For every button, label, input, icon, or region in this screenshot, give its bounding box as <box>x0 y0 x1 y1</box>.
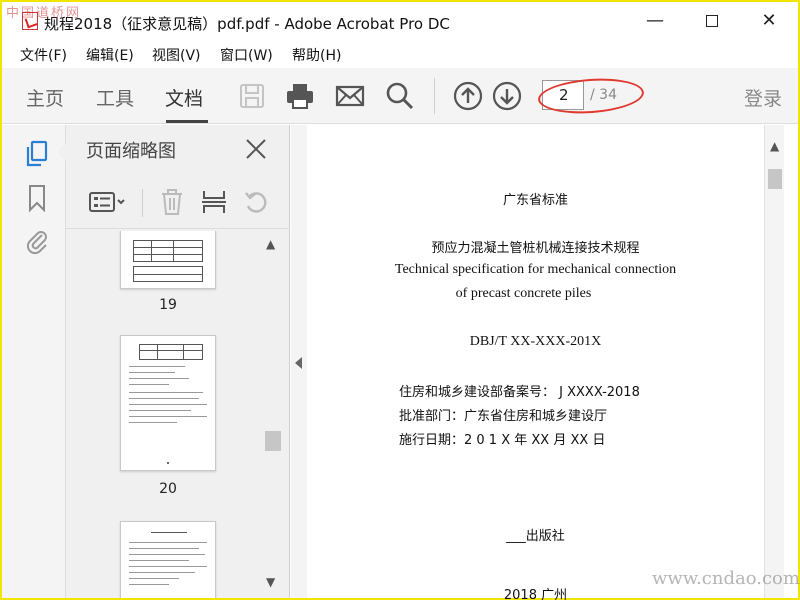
undo-icon[interactable] <box>242 187 270 217</box>
panel-pointer <box>57 143 66 161</box>
document-scrollbar[interactable]: ▲ <box>764 125 784 598</box>
watermark-top-left: 中国道桥网 <box>6 6 82 21</box>
close-window-button[interactable]: ✕ <box>754 10 784 34</box>
page-down-icon[interactable] <box>491 80 523 112</box>
collapse-panel-icon[interactable] <box>295 357 302 369</box>
doc-line: 广东省标准 <box>502 193 568 208</box>
insert-page-icon[interactable] <box>200 187 228 217</box>
tab-document[interactable]: 文档 <box>165 84 203 111</box>
menu-view[interactable]: 视图(V) <box>152 45 201 65</box>
active-tab-indicator <box>166 120 208 123</box>
tab-home[interactable]: 主页 <box>26 84 64 111</box>
right-gutter <box>784 125 798 598</box>
menu-window[interactable]: 窗口(W) <box>220 45 273 65</box>
maximize-icon <box>706 15 718 27</box>
menu-file[interactable]: 文件(F) <box>20 45 67 65</box>
doc-line: 批准部门：广东省住房和城乡建设厅 <box>399 409 608 424</box>
thumbnail-list: 19 20 <box>66 231 272 598</box>
minimize-button[interactable]: — <box>640 10 670 34</box>
doc-line: 预应力混凝土管桩机械连接技术规程 <box>431 241 640 256</box>
tool-separator <box>142 189 143 217</box>
doc-line: of precast concrete piles <box>455 286 592 301</box>
thumbnail-panel: 页面缩略图 19 20 ▲ ▼ <box>57 125 290 598</box>
menu-help[interactable]: 帮助(H) <box>292 45 341 65</box>
page-thumbnail[interactable] <box>120 521 216 598</box>
print-icon[interactable] <box>284 80 316 112</box>
watermark-bottom-right: www.cndao.com <box>652 568 800 589</box>
scroll-up-arrow-icon[interactable]: ▲ <box>266 237 275 251</box>
title-bar: 规程2018（征求意见稿）pdf.pdf - Adobe Acrobat Pro… <box>2 2 798 40</box>
navigation-rail <box>2 125 66 598</box>
doc-line: DBJ/T XX-XXX-201X <box>469 334 602 349</box>
main-toolbar: 主页 工具 文档 2 / 34 登录 <box>2 68 798 124</box>
scrollbar-thumb[interactable] <box>265 431 281 451</box>
doc-line: ___出版社 <box>506 529 565 544</box>
thumbnail-scrollbar[interactable]: ▲ ▼ <box>262 231 282 598</box>
maximize-button[interactable] <box>697 10 727 34</box>
scroll-down-arrow-icon[interactable]: ▼ <box>266 575 275 589</box>
email-icon[interactable] <box>334 80 366 112</box>
thumbnail-page-number: 19 <box>159 297 177 313</box>
page-thumbnails-icon[interactable] <box>24 139 50 169</box>
login-button[interactable]: 登录 <box>744 84 782 111</box>
options-menu-icon[interactable] <box>88 187 128 217</box>
page-thumbnail[interactable] <box>120 231 216 289</box>
window-title: 规程2018（征求意见稿）pdf.pdf - Adobe Acrobat Pro… <box>44 15 450 33</box>
delete-page-icon[interactable] <box>158 187 186 217</box>
bookmark-icon[interactable] <box>24 183 50 213</box>
panel-splitter[interactable] <box>291 125 307 598</box>
document-view[interactable]: 广东省标准 预应力混凝土管桩机械连接技术规程 Technical specifi… <box>307 125 764 600</box>
page-up-icon[interactable] <box>452 80 484 112</box>
page-thumbnail[interactable] <box>120 335 216 471</box>
search-icon[interactable] <box>384 80 416 112</box>
thumbnail-page-number: 20 <box>159 481 177 497</box>
thumbnail-toolbar <box>66 175 290 229</box>
doc-line: Technical specification for mechanical c… <box>394 262 677 277</box>
panel-title: 页面缩略图 <box>86 141 176 162</box>
save-icon[interactable] <box>236 80 268 112</box>
attachment-icon[interactable] <box>24 227 50 257</box>
doc-line: 施行日期：2 0 1 X 年 XX 月 XX 日 <box>399 433 606 448</box>
menu-edit[interactable]: 编辑(E) <box>86 45 134 65</box>
toolbar-separator <box>434 78 435 114</box>
close-panel-icon[interactable] <box>244 137 268 161</box>
scrollbar-thumb[interactable] <box>768 169 782 189</box>
menu-bar: 文件(F) 编辑(E) 视图(V) 窗口(W) 帮助(H) <box>2 40 798 68</box>
tab-tools[interactable]: 工具 <box>96 84 134 111</box>
scroll-up-arrow-icon[interactable]: ▲ <box>770 139 779 153</box>
doc-line: 住房和城乡建设部备案号： J XXXX-2018 <box>399 385 640 400</box>
